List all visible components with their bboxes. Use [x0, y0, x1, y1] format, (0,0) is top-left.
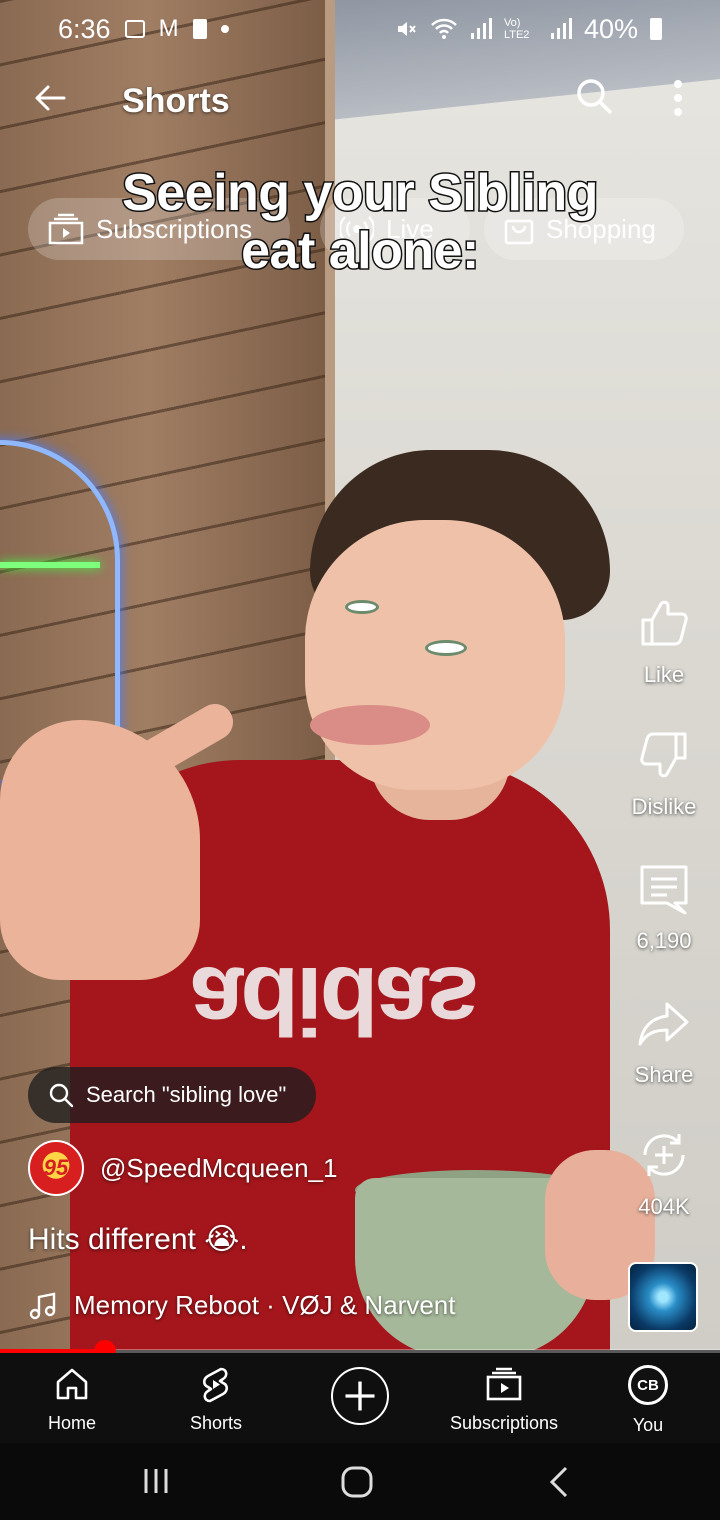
top-app-bar: Shorts — [0, 70, 720, 130]
search-icon — [49, 1083, 74, 1108]
share-arrow-icon — [638, 1002, 689, 1046]
nav-label: Shorts — [189, 1413, 243, 1433]
battery-percent: 40% — [583, 13, 638, 44]
video-caption-overlay: Seeing your Sibling eat alone: — [0, 163, 720, 282]
like-label: Like — [643, 662, 685, 687]
nav-label: Home — [47, 1413, 96, 1433]
music-thumbnail[interactable] — [628, 1262, 698, 1332]
channel-avatar[interactable]: 95 — [28, 1140, 84, 1196]
remix-button[interactable]: 404K — [620, 1128, 708, 1220]
eye-left — [345, 600, 379, 614]
shorts-icon — [202, 1367, 229, 1403]
more-vert-icon[interactable] — [665, 76, 691, 120]
caption-line: eat alone: — [240, 221, 481, 282]
comments-button[interactable]: 6,190 — [620, 862, 708, 954]
thumbs-up-icon — [641, 600, 688, 646]
status-time: 6:36 — [58, 13, 111, 44]
dislike-button[interactable]: Dislike — [620, 728, 708, 820]
mute-icon — [397, 22, 416, 36]
avatar-icon: CB — [628, 1365, 668, 1405]
volte-label: Vo) LTE2 — [503, 17, 530, 41]
sd-card-icon — [192, 19, 207, 39]
search-suggestion-pill[interactable]: Search "sibling love" — [28, 1067, 316, 1123]
eye-right — [425, 640, 467, 656]
caption-line: Seeing your Sibling — [121, 163, 600, 224]
channel-handle[interactable]: @SpeedMcqueen_1 — [100, 1153, 337, 1184]
dislike-label: Dislike — [631, 794, 697, 819]
video-title[interactable]: Hits different 😭. — [28, 1222, 248, 1257]
battery-icon — [650, 18, 662, 40]
nav-create[interactable] — [288, 1353, 432, 1443]
like-button[interactable]: Like — [620, 596, 708, 688]
share-button[interactable]: Share — [620, 996, 708, 1088]
share-label: Share — [634, 1062, 694, 1087]
music-title: Memory Reboot · VØJ & Narvent — [74, 1290, 456, 1320]
nav-you[interactable]: CB You — [576, 1353, 720, 1443]
home-icon — [56, 1368, 88, 1400]
dot-icon — [220, 25, 229, 33]
wifi-icon — [431, 18, 457, 39]
led-strip-green — [0, 562, 100, 568]
system-navigation-bar — [0, 1443, 720, 1520]
home-button-icon[interactable] — [340, 1465, 374, 1499]
shirt-logo: adidas — [190, 947, 477, 1054]
mouth — [310, 705, 430, 745]
nav-label: You — [632, 1415, 664, 1435]
back-button-icon[interactable] — [546, 1465, 572, 1499]
nav-subscriptions[interactable]: Subscriptions — [432, 1353, 576, 1443]
nav-label: Subscriptions — [449, 1413, 559, 1433]
nav-shorts[interactable]: Shorts — [144, 1353, 288, 1443]
gmail-icon: M — [158, 15, 179, 42]
thumbs-down-icon — [640, 732, 687, 778]
bottom-navigation: Home Shorts Subscriptions CB You — [0, 1353, 720, 1443]
subscriptions-icon — [486, 1367, 522, 1401]
channel-row[interactable]: 95 @SpeedMcqueen_1 — [28, 1140, 337, 1196]
remix-count: 404K — [638, 1194, 690, 1219]
image-icon — [124, 20, 145, 38]
search-suggestion-text: Search "sibling love" — [86, 1082, 287, 1107]
arrow-left-icon[interactable] — [30, 78, 70, 118]
create-icon — [331, 1367, 389, 1425]
comment-icon — [640, 865, 688, 915]
page-title: Shorts — [122, 82, 230, 120]
signal-icon — [470, 18, 492, 39]
nav-home[interactable]: Home — [0, 1353, 144, 1443]
recent-apps-icon[interactable] — [140, 1465, 172, 1497]
comments-count: 6,190 — [636, 928, 692, 953]
search-icon[interactable] — [574, 76, 614, 116]
music-note-icon — [29, 1292, 56, 1319]
signal-icon-2 — [550, 18, 572, 39]
status-bar: 6:36 M Vo) LTE2 40% — [0, 0, 720, 58]
music-row[interactable]: Memory Reboot · VØJ & Narvent — [28, 1290, 455, 1321]
remix-icon — [643, 1134, 685, 1176]
